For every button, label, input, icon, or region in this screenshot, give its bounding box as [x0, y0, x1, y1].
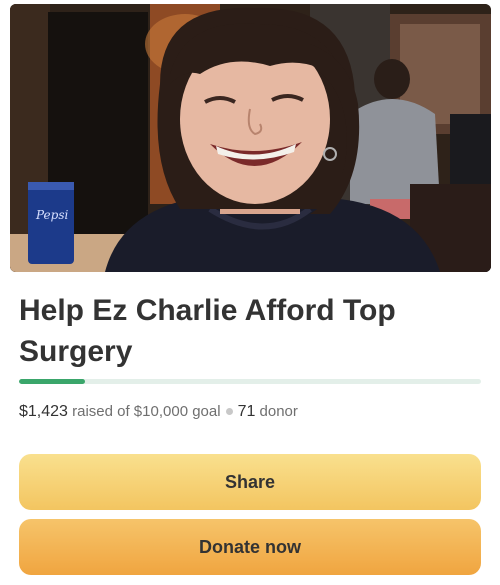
donate-now-button[interactable]: Donate now: [19, 519, 481, 575]
donor-count: 71: [237, 403, 256, 420]
share-button[interactable]: Share: [19, 454, 481, 510]
campaign-stats: $1,423 raised of $10,000 goal 71 donor: [19, 402, 481, 422]
goal-text: raised of $10,000 goal: [72, 403, 221, 420]
progress-bar-fill: [19, 379, 85, 384]
amount-raised: $1,423: [19, 403, 68, 420]
campaign-photo-illustration: Pepsi: [10, 4, 491, 272]
donor-label: donor: [259, 403, 298, 420]
svg-text:Pepsi: Pepsi: [35, 208, 68, 222]
fundraiser-page: Pepsi Help Ez Charlie Afford Top Surgery…: [0, 0, 500, 585]
separator-dot: [225, 407, 233, 415]
campaign-photo[interactable]: Pepsi: [10, 4, 491, 272]
campaign-title: Help Ez Charlie Afford Top Surgery: [19, 294, 396, 368]
progress-bar: [19, 379, 481, 384]
